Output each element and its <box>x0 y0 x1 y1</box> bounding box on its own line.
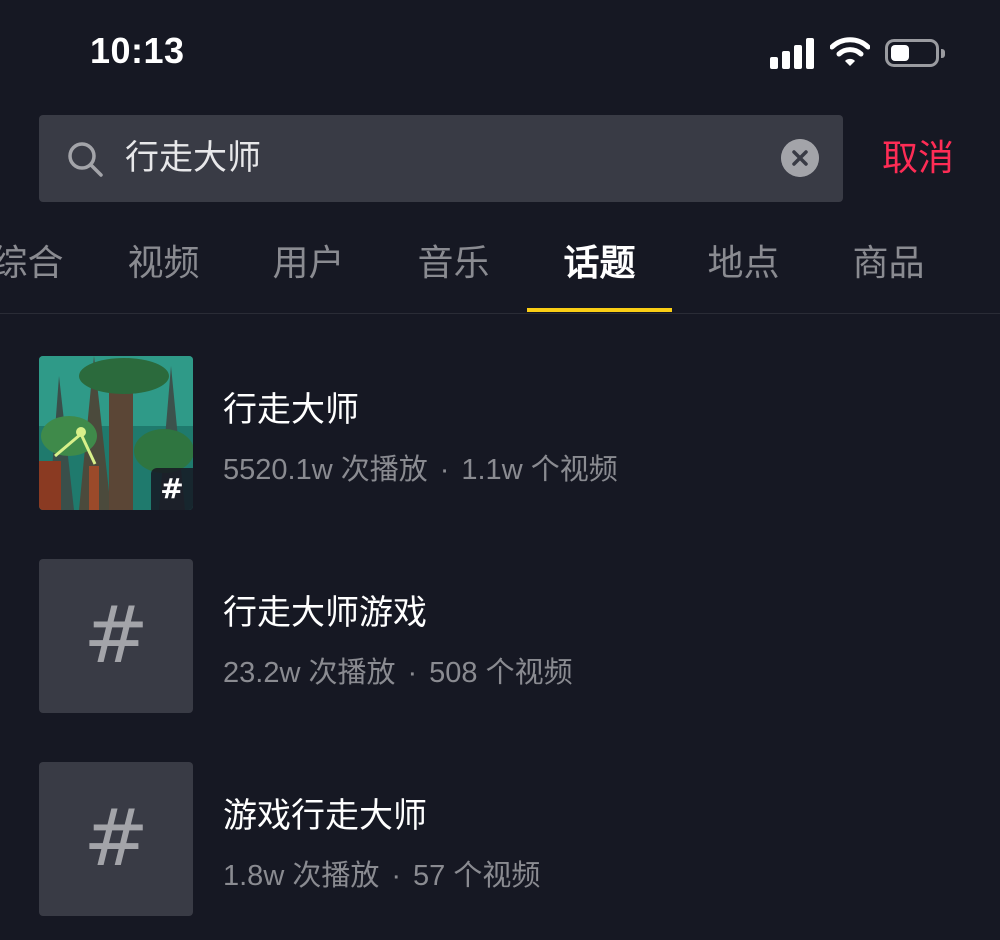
tab-places[interactable]: 地点 <box>671 232 816 296</box>
tab-topics[interactable]: 话题 <box>527 232 672 296</box>
video-count: 508 个视频 <box>429 657 573 689</box>
tab-users[interactable]: 用户 <box>236 232 381 296</box>
video-count: 1.1w 个视频 <box>461 454 618 486</box>
meta-separator: · <box>391 860 401 892</box>
tab-music[interactable]: 音乐 <box>381 232 526 296</box>
hashtag-icon: # <box>83 794 149 884</box>
video-count: 57 个视频 <box>413 860 541 892</box>
topic-meta: 23.2w 次播放 · 508 个视频 <box>223 649 573 691</box>
topic-result-item[interactable]: # 行走大师 5520.1w 次播放 · 1.1w 个视频 <box>39 356 959 511</box>
meta-separator: · <box>439 454 450 486</box>
topic-result-item[interactable]: # 游戏行走大师 1.8w 次播放 · 57 个视频 <box>39 762 959 917</box>
tabs-divider <box>0 313 1000 314</box>
battery-icon <box>885 39 945 67</box>
hashtag-badge-icon: # <box>151 468 193 510</box>
topic-thumbnail: # <box>39 559 193 713</box>
signal-icon <box>770 37 818 69</box>
meta-separator: · <box>407 657 418 689</box>
topic-thumbnail: # <box>39 356 193 510</box>
topic-search-screen: 10:13 行走大师 取消 综合 视频 用户 音乐 话题 地点 商品 # 行走大… <box>0 0 1000 940</box>
topic-thumbnail: # <box>39 762 193 916</box>
topic-title: 行走大师游戏 <box>223 593 427 633</box>
search-tabs: 综合 视频 用户 音乐 话题 地点 商品 <box>0 232 1000 314</box>
clear-icon[interactable] <box>781 139 819 177</box>
status-time: 10:13 <box>90 30 185 71</box>
search-input[interactable]: 行走大师 <box>125 115 261 202</box>
topic-title: 游戏行走大师 <box>223 796 427 836</box>
tab-comprehensive[interactable]: 综合 <box>0 232 100 296</box>
cancel-button[interactable]: 取消 <box>882 115 954 202</box>
topic-meta: 5520.1w 次播放 · 1.1w 个视频 <box>223 446 618 488</box>
wifi-icon <box>830 37 870 66</box>
active-tab-indicator <box>527 308 672 312</box>
topic-meta: 1.8w 次播放 · 57 个视频 <box>223 852 540 894</box>
play-count: 5520.1w 次播放 <box>223 454 428 486</box>
search-icon <box>68 142 103 177</box>
topic-title: 行走大师 <box>223 390 359 430</box>
search-bar[interactable]: 行走大师 <box>39 115 843 202</box>
play-count: 1.8w 次播放 <box>223 860 380 892</box>
hashtag-icon: # <box>83 591 149 681</box>
tab-videos[interactable]: 视频 <box>91 232 236 296</box>
play-count: 23.2w 次播放 <box>223 657 396 689</box>
tab-products[interactable]: 商品 <box>816 232 961 296</box>
topic-result-item[interactable]: # 行走大师游戏 23.2w 次播放 · 508 个视频 <box>39 559 959 714</box>
status-icons <box>770 37 950 71</box>
